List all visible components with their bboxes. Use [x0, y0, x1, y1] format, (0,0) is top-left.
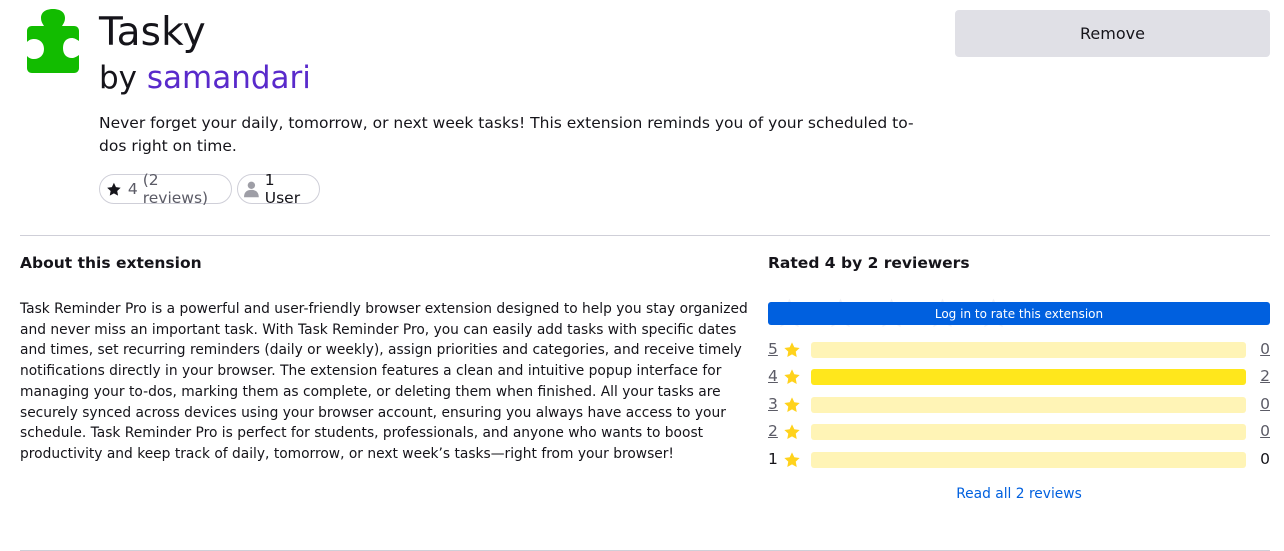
rating-row-count: 0 — [1260, 450, 1270, 468]
rating-row-5[interactable]: 5 0 — [768, 339, 1270, 361]
ratings-heading: Rated 4 by 2 reviewers — [768, 254, 970, 272]
rating-row-count[interactable]: 2 — [1260, 367, 1270, 385]
rating-row-stars: 1 — [768, 450, 778, 468]
star-icon — [784, 342, 800, 357]
addon-title: Tasky — [99, 10, 206, 55]
star-icon — [784, 397, 800, 412]
rating-row-4[interactable]: 4 2 — [768, 366, 1270, 388]
rating-bar — [811, 369, 1246, 385]
rating-reviews-count: (2 reviews) — [142, 171, 209, 207]
rating-row-1: 1 0 — [768, 449, 1270, 471]
remove-button[interactable]: Remove — [955, 10, 1270, 57]
rating-row-stars[interactable]: 2 — [768, 422, 778, 440]
rating-row-2[interactable]: 2 0 — [768, 421, 1270, 443]
read-all-reviews-link[interactable]: Read all 2 reviews — [768, 486, 1270, 502]
rating-row-stars[interactable]: 5 — [768, 340, 778, 358]
star-icon — [784, 452, 800, 467]
users-label: 1 User — [264, 171, 301, 207]
rating-bar — [811, 342, 1246, 358]
rating-row-count[interactable]: 0 — [1260, 422, 1270, 440]
rating-row-3[interactable]: 3 0 — [768, 394, 1270, 416]
top-divider — [20, 235, 1270, 236]
rating-row-count[interactable]: 0 — [1260, 395, 1270, 413]
addon-summary: Never forget your daily, tomorrow, or ne… — [99, 114, 914, 155]
puzzle-piece-icon — [27, 9, 79, 73]
rating-bar-fill — [811, 369, 1246, 385]
rating-bar — [811, 424, 1246, 440]
rating-badge[interactable]: 4 (2 reviews) — [99, 171, 232, 207]
login-to-rate-button[interactable]: Log in to rate this extension — [768, 302, 1270, 325]
users-badge: 1 User — [237, 171, 320, 207]
rating-bar — [811, 397, 1246, 413]
about-heading: About this extension — [20, 254, 202, 272]
rating-bar — [811, 452, 1246, 468]
rating-row-count[interactable]: 0 — [1260, 340, 1270, 358]
rating-value: 4 — [127, 180, 138, 198]
rating-row-stars[interactable]: 4 — [768, 367, 778, 385]
rating-row-stars[interactable]: 3 — [768, 395, 778, 413]
user-icon — [244, 181, 259, 198]
star-icon — [107, 182, 121, 196]
about-description: Task Reminder Pro is a powerful and user… — [20, 301, 748, 462]
byline-prefix: by — [99, 60, 147, 96]
addon-byline: by samandari — [99, 58, 311, 98]
author-link[interactable]: samandari — [147, 60, 311, 96]
star-icon — [784, 369, 800, 384]
star-icon — [784, 424, 800, 439]
